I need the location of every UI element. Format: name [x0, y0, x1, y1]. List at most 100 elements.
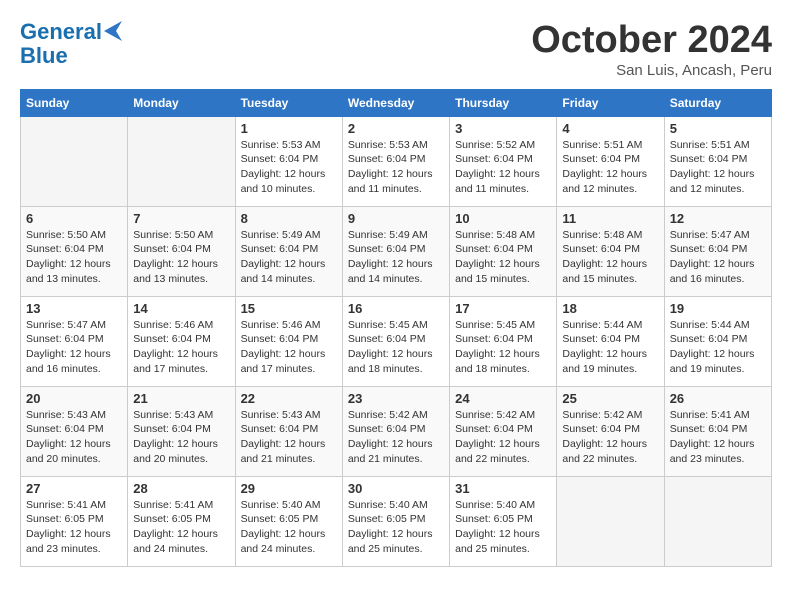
logo-text-line1: General	[20, 20, 102, 44]
weekday-header-tuesday: Tuesday	[235, 89, 342, 116]
calendar-cell: 12Sunrise: 5:47 AM Sunset: 6:04 PM Dayli…	[664, 206, 771, 296]
day-number: 21	[133, 391, 229, 406]
day-number: 24	[455, 391, 551, 406]
calendar-cell: 3 Sunrise: 5:52 AM Sunset: 6:04 PM Daylig…	[450, 116, 557, 206]
location-subtitle: San Luis, Ancash, Peru	[531, 62, 772, 79]
calendar-week-row: 20 Sunrise: 5:43 AM Sunset: 6:04 PM Dayli…	[21, 386, 772, 476]
calendar-cell: 11Sunrise: 5:48 AM Sunset: 6:04 PM Dayli…	[557, 206, 664, 296]
day-info: Sunrise: 5:46 AM Sunset: 6:04 PM Dayligh…	[133, 318, 229, 377]
day-info: Sunrise: 5:43 AM Sunset: 6:04 PM Dayligh…	[133, 408, 229, 467]
weekday-header-friday: Friday	[557, 89, 664, 116]
day-info: Sunrise: 5:49 AM Sunset: 6:04 PM Dayligh…	[241, 228, 337, 287]
logo-text-line2: Blue	[20, 44, 68, 68]
weekday-header-monday: Monday	[128, 89, 235, 116]
day-info: Sunrise: 5:41 AM Sunset: 6:05 PM Dayligh…	[133, 498, 229, 557]
calendar-cell: 26Sunrise: 5:41 AM Sunset: 6:04 PM Dayli…	[664, 386, 771, 476]
day-number: 7	[133, 211, 229, 226]
calendar-cell	[664, 476, 771, 566]
calendar-cell	[557, 476, 664, 566]
day-number: 30	[348, 481, 444, 496]
calendar-cell: 31 Sunrise: 5:40 AM Sunset: 6:05 PM Dayli…	[450, 476, 557, 566]
calendar-cell: 20Sunrise: 5:43 AM Sunset: 6:04 PM Dayli…	[21, 386, 128, 476]
calendar-cell: 27 Sunrise: 5:41 AM Sunset: 6:05 PM Dayli…	[21, 476, 128, 566]
day-info: Sunrise: 5:53 AM Sunset: 6:04 PM Dayligh…	[348, 138, 444, 197]
day-info: Sunrise: 5:48 AM Sunset: 6:04 PM Dayligh…	[455, 228, 551, 287]
calendar-cell: 5 Sunrise: 5:51 AM Sunset: 6:04 PM Daylig…	[664, 116, 771, 206]
calendar-week-row: 1 Sunrise: 5:53 AM Sunset: 6:04 PM Daylig…	[21, 116, 772, 206]
day-number: 23	[348, 391, 444, 406]
weekday-header-saturday: Saturday	[664, 89, 771, 116]
day-info: Sunrise: 5:44 AM Sunset: 6:04 PM Dayligh…	[562, 318, 658, 377]
day-number: 19	[670, 301, 766, 316]
day-info: Sunrise: 5:41 AM Sunset: 6:05 PM Dayligh…	[26, 498, 122, 557]
day-number: 27	[26, 481, 122, 496]
day-number: 6	[26, 211, 122, 226]
calendar-cell	[128, 116, 235, 206]
day-number: 3	[455, 121, 551, 136]
calendar-cell: 25Sunrise: 5:42 AM Sunset: 6:04 PM Dayli…	[557, 386, 664, 476]
calendar-table: SundayMondayTuesdayWednesdayThursdayFrid…	[20, 89, 772, 567]
calendar-cell: 15 Sunrise: 5:46 AM Sunset: 6:04 PM Dayli…	[235, 296, 342, 386]
day-info: Sunrise: 5:40 AM Sunset: 6:05 PM Dayligh…	[348, 498, 444, 557]
calendar-cell: 8 Sunrise: 5:49 AM Sunset: 6:04 PM Daylig…	[235, 206, 342, 296]
calendar-cell: 18 Sunrise: 5:44 AM Sunset: 6:04 PM Dayli…	[557, 296, 664, 386]
calendar-cell: 16 Sunrise: 5:45 AM Sunset: 6:04 PM Dayli…	[342, 296, 449, 386]
day-number: 11	[562, 211, 658, 226]
calendar-cell: 24 Sunrise: 5:42 AM Sunset: 6:04 PM Dayli…	[450, 386, 557, 476]
day-info: Sunrise: 5:52 AM Sunset: 6:04 PM Dayligh…	[455, 138, 551, 197]
calendar-cell: 1 Sunrise: 5:53 AM Sunset: 6:04 PM Daylig…	[235, 116, 342, 206]
day-info: Sunrise: 5:40 AM Sunset: 6:05 PM Dayligh…	[455, 498, 551, 557]
day-number: 16	[348, 301, 444, 316]
day-number: 10	[455, 211, 551, 226]
logo-bird-icon	[104, 21, 122, 43]
day-number: 18	[562, 301, 658, 316]
calendar-cell: 6 Sunrise: 5:50 AM Sunset: 6:04 PM Daylig…	[21, 206, 128, 296]
calendar-header-row: SundayMondayTuesdayWednesdayThursdayFrid…	[21, 89, 772, 116]
day-number: 31	[455, 481, 551, 496]
day-info: Sunrise: 5:50 AM Sunset: 6:04 PM Dayligh…	[26, 228, 122, 287]
weekday-header-thursday: Thursday	[450, 89, 557, 116]
day-info: Sunrise: 5:42 AM Sunset: 6:04 PM Dayligh…	[455, 408, 551, 467]
day-number: 14	[133, 301, 229, 316]
page-header: General Blue October 2024 San Luis, Anca…	[20, 20, 772, 79]
day-number: 2	[348, 121, 444, 136]
weekday-header-wednesday: Wednesday	[342, 89, 449, 116]
calendar-cell: 14 Sunrise: 5:46 AM Sunset: 6:04 PM Dayli…	[128, 296, 235, 386]
weekday-header-sunday: Sunday	[21, 89, 128, 116]
calendar-cell: 29 Sunrise: 5:40 AM Sunset: 6:05 PM Dayli…	[235, 476, 342, 566]
day-info: Sunrise: 5:41 AM Sunset: 6:04 PM Dayligh…	[670, 408, 766, 467]
day-info: Sunrise: 5:45 AM Sunset: 6:04 PM Dayligh…	[348, 318, 444, 377]
day-number: 28	[133, 481, 229, 496]
day-number: 8	[241, 211, 337, 226]
day-number: 5	[670, 121, 766, 136]
day-number: 15	[241, 301, 337, 316]
day-info: Sunrise: 5:43 AM Sunset: 6:04 PM Dayligh…	[241, 408, 337, 467]
month-title: October 2024	[531, 20, 772, 62]
day-number: 9	[348, 211, 444, 226]
day-info: Sunrise: 5:51 AM Sunset: 6:04 PM Dayligh…	[670, 138, 766, 197]
calendar-cell: 10 Sunrise: 5:48 AM Sunset: 6:04 PM Dayli…	[450, 206, 557, 296]
day-info: Sunrise: 5:53 AM Sunset: 6:04 PM Dayligh…	[241, 138, 337, 197]
day-number: 20	[26, 391, 122, 406]
day-info: Sunrise: 5:47 AM Sunset: 6:04 PM Dayligh…	[670, 228, 766, 287]
day-info: Sunrise: 5:46 AM Sunset: 6:04 PM Dayligh…	[241, 318, 337, 377]
day-number: 4	[562, 121, 658, 136]
day-number: 1	[241, 121, 337, 136]
calendar-cell: 28 Sunrise: 5:41 AM Sunset: 6:05 PM Dayli…	[128, 476, 235, 566]
logo: General Blue	[20, 20, 122, 68]
calendar-week-row: 13Sunrise: 5:47 AM Sunset: 6:04 PM Dayli…	[21, 296, 772, 386]
day-number: 22	[241, 391, 337, 406]
day-info: Sunrise: 5:42 AM Sunset: 6:04 PM Dayligh…	[348, 408, 444, 467]
calendar-week-row: 27 Sunrise: 5:41 AM Sunset: 6:05 PM Dayli…	[21, 476, 772, 566]
calendar-cell: 4 Sunrise: 5:51 AM Sunset: 6:04 PM Daylig…	[557, 116, 664, 206]
day-number: 17	[455, 301, 551, 316]
day-info: Sunrise: 5:42 AM Sunset: 6:04 PM Dayligh…	[562, 408, 658, 467]
day-info: Sunrise: 5:44 AM Sunset: 6:04 PM Dayligh…	[670, 318, 766, 377]
day-info: Sunrise: 5:40 AM Sunset: 6:05 PM Dayligh…	[241, 498, 337, 557]
day-info: Sunrise: 5:49 AM Sunset: 6:04 PM Dayligh…	[348, 228, 444, 287]
title-block: October 2024 San Luis, Ancash, Peru	[531, 20, 772, 79]
day-number: 29	[241, 481, 337, 496]
day-info: Sunrise: 5:51 AM Sunset: 6:04 PM Dayligh…	[562, 138, 658, 197]
calendar-cell: 7Sunrise: 5:50 AM Sunset: 6:04 PM Daylig…	[128, 206, 235, 296]
calendar-cell: 19 Sunrise: 5:44 AM Sunset: 6:04 PM Dayli…	[664, 296, 771, 386]
